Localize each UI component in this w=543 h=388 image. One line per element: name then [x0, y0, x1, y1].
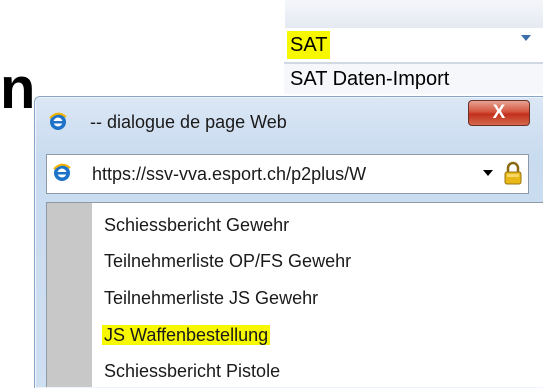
- menu-item-schiessbericht-gewehr[interactable]: Schiessbericht Gewehr: [104, 212, 289, 238]
- dialog-title: -- dialogue de page Web: [90, 112, 287, 132]
- menu-item-label: Schiessbericht Gewehr: [104, 215, 290, 235]
- menu-item-schiessbericht-pistole[interactable]: Schiessbericht Pistole: [104, 358, 280, 384]
- ie-icon: [49, 112, 67, 130]
- chevron-down-icon[interactable]: [521, 35, 531, 41]
- menu-item-label: JS Waffenbestellung: [102, 325, 271, 345]
- close-button[interactable]: X: [468, 100, 530, 126]
- ie-icon: [53, 163, 71, 181]
- menu-item-js-waffenbestellung[interactable]: JS Waffenbestellung: [102, 322, 271, 348]
- lock-icon[interactable]: [502, 160, 524, 186]
- background-heading-fragment: n: [0, 56, 36, 121]
- sat-select-value: SAT: [287, 31, 331, 59]
- address-url[interactable]: https://ssv-vva.esport.ch/p2plus/W: [92, 157, 462, 191]
- menu-item-label: Teilnehmerliste JS Gewehr: [104, 288, 319, 308]
- menu-item-teilnehmerliste-js-gewehr[interactable]: Teilnehmerliste JS Gewehr: [104, 285, 318, 311]
- chevron-down-icon[interactable]: [483, 170, 493, 176]
- menu-item-label: Schiessbericht Pistole: [104, 361, 281, 381]
- close-icon: X: [492, 102, 506, 123]
- sat-option-daten-import[interactable]: SAT Daten-Import: [284, 64, 543, 94]
- background-toolbar: [285, 0, 543, 28]
- menu-item-label: Teilnehmerliste OP/FS Gewehr: [104, 251, 352, 271]
- sat-option-label: SAT Daten-Import: [290, 68, 450, 90]
- menu-gutter: [47, 203, 92, 387]
- menu-item-teilnehmerliste-op-fs-gewehr[interactable]: Teilnehmerliste OP/FS Gewehr: [104, 248, 351, 274]
